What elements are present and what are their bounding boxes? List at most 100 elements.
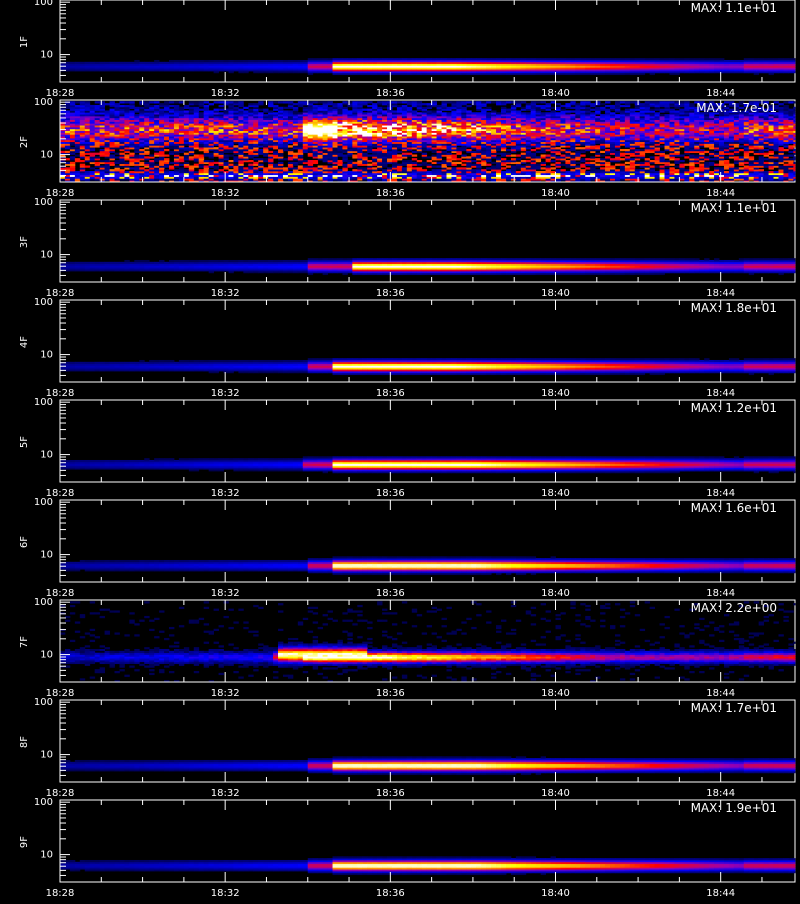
heatmap-cell-1F [352,58,357,60]
heatmap-cell-2F [427,160,432,162]
heatmap-cell-2F [100,160,105,162]
heatmap-cell-2F [471,169,476,171]
heatmap-cell-1F [754,58,759,60]
heatmap-cell-2F [253,167,258,169]
heatmap-cell-2F [248,164,253,166]
heatmap-cell-2F [422,107,427,109]
heatmap-cell-2F [70,147,75,149]
heatmap-cell-2F [258,112,263,114]
heatmap-cell-2F [214,162,219,164]
heatmap-cell-2F [164,101,169,103]
heatmap-cell-2F [288,145,293,147]
heatmap-cell-2F [461,160,466,162]
heatmap-cell-2F [124,162,129,164]
heatmap-cell-2F [209,160,214,162]
heatmap-cell-2F [184,169,189,171]
heatmap-cell-2F [437,162,442,164]
heatmap-cell-2F [179,156,184,158]
heatmap-cell-2F [283,167,288,169]
heatmap-cell-2F [486,167,491,169]
heatmap-cell-2F [194,101,199,103]
heatmap-cell-2F [144,151,149,153]
heatmap-cell-2F [456,162,461,164]
heatmap-cell-1F [100,62,105,64]
heatmap-cell-1F [769,58,774,60]
heatmap-cell-2F [541,162,546,164]
heatmap-cell-2F [506,101,511,103]
heatmap-cell-2F [446,107,451,109]
heatmap-cell-1F [214,60,219,62]
heatmap-cell-2F [536,156,541,158]
heatmap-cell-2F [194,107,199,109]
heatmap-cell-2F [238,109,243,111]
heatmap-cell-2F [402,167,407,169]
heatmap-cell-2F [154,164,159,166]
heatmap-cell-1F [402,58,407,60]
heatmap-cell-2F [253,162,258,164]
heatmap-cell-2F [214,165,219,167]
heatmap-cell-2F [219,109,224,111]
heatmap-cell-2F [263,114,268,116]
heatmap-cell-1F [233,60,238,62]
heatmap-cell-2F [501,167,506,169]
heatmap-cell-2F [382,169,387,171]
heatmap-cell-2F [526,160,531,162]
heatmap-cell-2F [174,101,179,103]
heatmap-cell-2F [511,105,516,107]
x-tick-label-1F-18:40: 18:40 [541,88,570,99]
heatmap-cell-2F [233,164,238,166]
heatmap-cell-1F [397,58,402,60]
heatmap-cell-2F [179,107,184,109]
heatmap-cell-2F [258,164,263,166]
heatmap-cell-2F [184,147,189,149]
heatmap-cell-2F [402,153,407,155]
heatmap-cell-1F [476,58,481,60]
heatmap-cell-2F [219,105,224,107]
max-label-1F: MAX: 1.1e+01 [691,1,777,15]
heatmap-cell-2F [199,101,204,103]
heatmap-cell-2F [511,101,516,103]
heatmap-cell-2F [427,164,432,166]
heatmap-cell-1F [437,58,442,60]
heatmap-cell-2F [461,167,466,169]
heatmap-cell-2F [115,153,120,155]
heatmap-cell-2F [437,169,442,171]
heatmap-cell-2F [129,153,134,155]
heatmap-cell-1F [149,62,154,64]
heatmap-cell-2F [427,110,432,112]
heatmap-cell-1F [328,58,333,60]
heatmap-cell-2F [372,149,377,151]
heatmap-cell-1F [744,58,749,60]
heatmap-cell-2F [293,162,298,164]
heatmap-cell-2F [258,149,263,151]
heatmap-cell-2F [199,109,204,111]
heatmap-cell-2F [516,110,521,112]
heatmap-cell-2F [115,165,120,167]
heatmap-cell-2F [95,105,100,107]
heatmap-cell-2F [536,171,541,173]
heatmap-cell-2F [233,101,238,103]
heatmap-cell-2F [144,156,149,158]
heatmap-cell-2F [268,151,273,153]
heatmap-cell-2F [228,101,233,103]
heatmap-cell-1F [595,58,600,60]
heatmap-cell-2F [407,107,412,109]
heatmap-cell-2F [357,167,362,169]
heatmap-cell-2F [194,154,199,156]
heatmap-cell-1F [709,58,714,60]
heatmap-cell-2F [491,101,496,103]
heatmap-cell-2F [273,101,278,103]
heatmap-cell-2F [481,109,486,111]
heatmap-cell-1F [575,58,580,60]
heatmap-cell-2F [352,154,357,156]
heatmap-cell-2F [496,153,501,155]
heatmap-cell-1F [600,58,605,60]
heatmap-cell-2F [491,162,496,164]
heatmap-cell-2F [60,151,65,153]
heatmap-cell-2F [337,103,342,105]
heatmap-cell-1F [526,58,531,60]
heatmap-cell-2F [164,149,169,151]
heatmap-cell-2F [412,158,417,160]
heatmap-cell-2F [402,101,407,103]
heatmap-cell-2F [154,153,159,155]
